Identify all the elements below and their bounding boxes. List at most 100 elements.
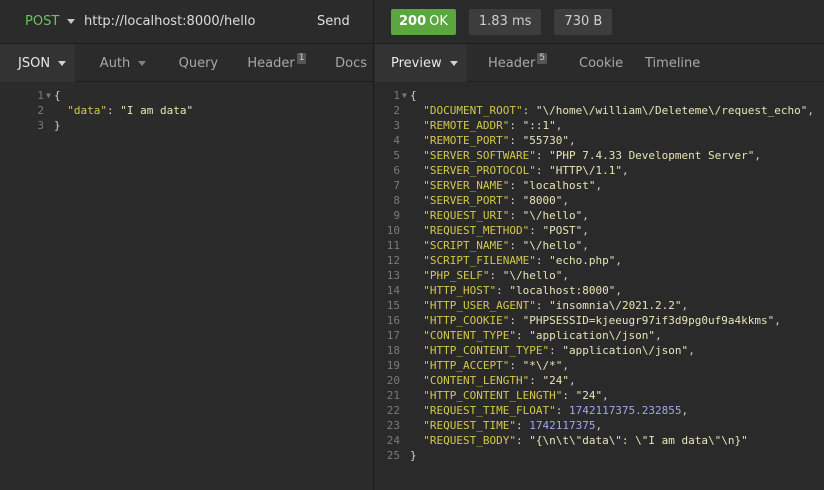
token-punc bbox=[410, 269, 423, 282]
token-punc: : bbox=[535, 254, 550, 267]
header-count-badge: 5 bbox=[537, 52, 548, 64]
tab-label: Header bbox=[488, 55, 536, 71]
token-key: "REQUEST_URI" bbox=[423, 209, 510, 222]
token-key: "REQUEST_METHOD" bbox=[423, 224, 530, 237]
code-line: 14 "HTTP_HOST": "localhost:8000", bbox=[375, 283, 814, 298]
line-number: 2 bbox=[37, 104, 44, 117]
token-punc: : bbox=[509, 134, 523, 147]
status-code: 200 bbox=[399, 14, 427, 29]
tab-docs[interactable]: Docs bbox=[321, 44, 373, 82]
code-line: 12 "SCRIPT_FILENAME": "echo.php", bbox=[375, 253, 814, 268]
token-str: "\/hello" bbox=[522, 239, 583, 252]
line-number: 4 bbox=[393, 134, 400, 147]
token-punc bbox=[410, 209, 423, 222]
token-key: "SCRIPT_NAME" bbox=[423, 239, 510, 252]
line-number: 19 bbox=[386, 359, 400, 372]
token-punc: : bbox=[562, 389, 576, 402]
token-punc: : bbox=[535, 164, 550, 177]
tab-query[interactable]: Query bbox=[159, 44, 231, 82]
code-text: "REQUEST_URI": "\/hello", bbox=[410, 208, 589, 223]
code-text: "REMOTE_PORT": "55730", bbox=[410, 133, 576, 148]
header-count-badge: 1 bbox=[296, 52, 307, 64]
tab-label: Header bbox=[247, 55, 295, 71]
request-body-editor[interactable]: 1 ▼{2 "data": "I am data" 3} bbox=[0, 88, 193, 133]
code-line: 5 "SERVER_SOFTWARE": "PHP 7.4.33 Develop… bbox=[375, 148, 814, 163]
gutter-spacer bbox=[400, 103, 410, 118]
gutter-spacer bbox=[400, 433, 410, 448]
token-punc bbox=[410, 284, 423, 297]
token-punc: { bbox=[54, 89, 61, 102]
token-punc: , bbox=[615, 254, 622, 267]
tab-cookie[interactable]: Cookie bbox=[560, 44, 632, 82]
fold-arrow-icon[interactable]: ▼ bbox=[44, 88, 54, 103]
gutter-spacer bbox=[400, 313, 410, 328]
url-input[interactable]: http://localhost:8000/hello bbox=[84, 0, 314, 43]
token-punc: , bbox=[562, 269, 569, 282]
line-number: 12 bbox=[386, 254, 400, 267]
tab-label: Query bbox=[178, 55, 219, 71]
token-punc: : bbox=[529, 374, 543, 387]
token-punc bbox=[410, 419, 423, 432]
chevron-down-icon bbox=[67, 19, 76, 24]
token-str: "localhost:8000" bbox=[509, 284, 616, 297]
tab-preview[interactable]: Preview bbox=[375, 44, 467, 82]
code-text: "SERVER_PORT": "8000", bbox=[410, 193, 569, 208]
code-text: "REMOTE_ADDR": "::1", bbox=[410, 118, 562, 133]
code-text: "PHP_SELF": "\/hello", bbox=[410, 268, 569, 283]
token-punc bbox=[410, 149, 423, 162]
token-str: "application\/json" bbox=[562, 344, 689, 357]
token-punc: , bbox=[562, 359, 569, 372]
token-str: "{\n\t\"data\": \"I am data\"\n}" bbox=[529, 434, 748, 447]
code-line: 15 "HTTP_USER_AGENT": "insomnia\/2021.2.… bbox=[375, 298, 814, 313]
token-punc bbox=[410, 134, 423, 147]
token-punc: , bbox=[621, 164, 629, 177]
code-line: 2 "DOCUMENT_ROOT": "\/home\/william\/Del… bbox=[375, 103, 814, 118]
token-str: "\/home\/william\/Deleteme\/request_echo… bbox=[535, 104, 808, 117]
fold-arrow-icon[interactable]: ▼ bbox=[400, 88, 410, 103]
token-punc: , bbox=[774, 314, 781, 327]
code-text: "SERVER_NAME": "localhost", bbox=[410, 178, 602, 193]
tab-response-header[interactable]: Header 5 bbox=[467, 44, 560, 82]
token-punc: , bbox=[555, 119, 563, 132]
token-punc: , bbox=[681, 404, 689, 417]
token-str: "24" bbox=[542, 374, 569, 387]
token-punc bbox=[410, 239, 423, 252]
token-punc: : bbox=[509, 209, 523, 222]
method-dropdown[interactable]: POST bbox=[0, 14, 84, 29]
line-number: 14 bbox=[386, 284, 400, 297]
tab-auth[interactable]: Auth bbox=[75, 44, 159, 82]
line-number: 15 bbox=[386, 299, 400, 312]
gutter-spacer bbox=[44, 103, 54, 118]
line-number: 10 bbox=[386, 224, 400, 237]
gutter-spacer bbox=[400, 373, 410, 388]
code-line: 8 "SERVER_PORT": "8000", bbox=[375, 193, 814, 208]
token-key: "HTTP_ACCEPT" bbox=[423, 359, 510, 372]
token-key: "REMOTE_ADDR" bbox=[423, 119, 510, 132]
token-punc: } bbox=[410, 449, 417, 462]
token-punc: , bbox=[568, 134, 576, 147]
token-str: "application\/json" bbox=[529, 329, 656, 342]
token-str: "24" bbox=[575, 389, 603, 402]
tab-header[interactable]: Header 1 bbox=[230, 44, 321, 82]
line-number: 3 bbox=[37, 119, 44, 132]
code-text: "REQUEST_TIME": 1742117375, bbox=[410, 418, 602, 433]
request-pane: POST http://localhost:8000/hello Send JS… bbox=[0, 0, 374, 490]
code-line: 16 "HTTP_COOKIE": "PHPSESSID=kjeeugr97if… bbox=[375, 313, 814, 328]
tab-label: Preview bbox=[391, 55, 442, 71]
code-line: 7 "SERVER_NAME": "localhost", bbox=[375, 178, 814, 193]
tab-label: Docs bbox=[335, 55, 368, 71]
code-line: 20 "CONTENT_LENGTH": "24", bbox=[375, 373, 814, 388]
send-button[interactable]: Send bbox=[314, 14, 374, 29]
tab-timeline[interactable]: Timeline bbox=[632, 44, 712, 82]
code-text: "HTTP_COOKIE": "PHPSESSID=kjeeugr97if3d9… bbox=[410, 313, 781, 328]
code-line: 9 "REQUEST_URI": "\/hello", bbox=[375, 208, 814, 223]
token-punc bbox=[410, 164, 423, 177]
token-punc: : bbox=[509, 194, 523, 207]
tab-json[interactable]: JSON bbox=[0, 44, 75, 82]
token-punc: , bbox=[615, 284, 622, 297]
code-line: 13 "PHP_SELF": "\/hello", bbox=[375, 268, 814, 283]
token-punc: , bbox=[602, 389, 609, 402]
token-key: "REMOTE_PORT" bbox=[423, 134, 510, 147]
token-punc bbox=[410, 104, 423, 117]
line-number: 20 bbox=[386, 374, 400, 387]
